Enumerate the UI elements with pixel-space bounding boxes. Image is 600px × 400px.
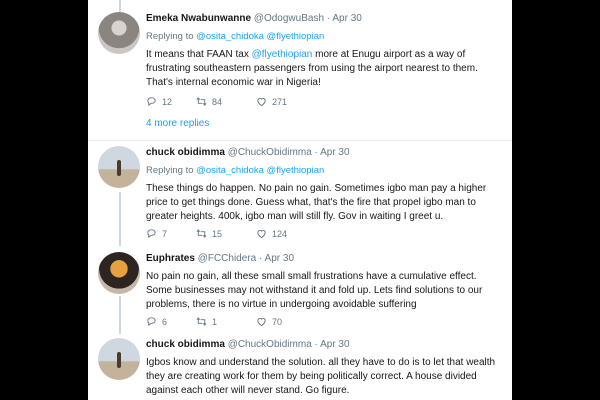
tweet-text-part: It means that FAAN tax: [146, 49, 252, 60]
like-count: 271: [272, 96, 288, 107]
reply-button[interactable]: 7: [146, 228, 167, 239]
divider: [88, 140, 512, 141]
avatar[interactable]: [98, 146, 140, 188]
author-handle[interactable]: @ChuckObidimma: [228, 339, 312, 350]
tweet-text: These things do happen. No pain no gain.…: [146, 183, 487, 222]
thread-line: [119, 0, 121, 12]
author-name[interactable]: chuck obidimma: [146, 339, 225, 350]
tweet-header: chuck obidimma @ChuckObidimma · Apr 30: [146, 146, 504, 160]
tweet-date[interactable]: · Apr 30: [327, 13, 362, 24]
like-button[interactable]: 124: [256, 228, 287, 239]
tweet-actions: 7 15 124: [146, 228, 446, 242]
replying-prefix: Replying to: [146, 165, 197, 176]
like-icon: [257, 317, 266, 327]
more-replies-link[interactable]: 4 more replies: [146, 118, 209, 129]
retweet-icon: [196, 97, 207, 106]
author-name[interactable]: Emeka Nwabunwanne: [146, 13, 251, 24]
retweet-button[interactable]: 84: [196, 96, 222, 107]
tweet-date[interactable]: · Apr 30: [315, 147, 350, 158]
author-handle[interactable]: @FCChidera: [198, 253, 257, 264]
tweet-body: Emeka Nwabunwanne @OdogwuBash · Apr 30 R…: [146, 12, 504, 90]
retweet-count: 1: [212, 316, 218, 327]
tweet-body: Euphrates @FCChidera · Apr 30 No pain no…: [146, 252, 504, 312]
reply-icon: [147, 97, 156, 107]
tweet-header: chuck obidimma @ChuckObidimma · Apr 30: [146, 338, 504, 352]
author-name[interactable]: chuck obidimma: [146, 147, 225, 158]
avatar[interactable]: [98, 12, 140, 54]
author-handle[interactable]: @OdogwuBash: [254, 13, 324, 24]
reply-button[interactable]: 12: [146, 96, 172, 107]
like-button[interactable]: 70: [256, 316, 282, 327]
tweet-body: chuck obidimma @ChuckObidimma · Apr 30 R…: [146, 146, 504, 224]
tweet-text: It means that FAAN tax @flyethiopian mor…: [146, 48, 504, 90]
tweet-actions: 12 84 271: [146, 96, 446, 110]
reply-icon: [147, 229, 156, 239]
reply-icon: [147, 317, 156, 327]
avatar[interactable]: [98, 338, 140, 380]
reply-count: 6: [162, 316, 168, 327]
author-name[interactable]: Euphrates: [146, 253, 195, 264]
tweet-header: Emeka Nwabunwanne @OdogwuBash · Apr 30: [146, 12, 504, 26]
tweet-date[interactable]: · Apr 30: [259, 253, 294, 264]
tweet-header: Euphrates @FCChidera · Apr 30: [146, 252, 504, 266]
reply-count: 7: [162, 228, 168, 239]
tweet-thread: Emeka Nwabunwanne @OdogwuBash · Apr 30 R…: [88, 0, 512, 400]
replying-to-link[interactable]: @osita_chidoka @flyethiopian: [196, 31, 324, 42]
retweet-button[interactable]: 15: [196, 228, 222, 239]
reply-count: 12: [162, 96, 173, 107]
replying-to: Replying to @osita_chidoka @flyethiopian: [146, 164, 504, 178]
like-button[interactable]: 271: [256, 96, 287, 107]
retweet-count: 84: [212, 96, 223, 107]
like-count: 70: [272, 316, 283, 327]
tweet-date[interactable]: · Apr 30: [315, 339, 350, 350]
replying-prefix: Replying to: [146, 31, 197, 42]
tweet-4[interactable]: chuck obidimma @ChuckObidimma · Apr 30 I…: [88, 338, 512, 400]
replying-to: Replying to @osita_chidoka @flyethiopian: [146, 30, 504, 44]
tweet-text: No pain no gain, all these small small f…: [146, 271, 483, 310]
like-count: 124: [272, 228, 288, 239]
tweet-1[interactable]: Emeka Nwabunwanne @OdogwuBash · Apr 30 R…: [88, 12, 512, 137]
author-handle[interactable]: @ChuckObidimma: [228, 147, 312, 158]
tweet-3[interactable]: Euphrates @FCChidera · Apr 30 No pain no…: [88, 252, 512, 334]
like-icon: [257, 229, 266, 239]
mention-link[interactable]: @flyethiopian: [252, 49, 313, 60]
tweet-actions: 6 1 70: [146, 316, 446, 330]
tweet-text: Igbos know and understand the solution. …: [146, 357, 496, 396]
like-icon: [257, 97, 266, 107]
tweet-body: chuck obidimma @ChuckObidimma · Apr 30 I…: [146, 338, 504, 398]
tweet-2[interactable]: chuck obidimma @ChuckObidimma · Apr 30 R…: [88, 146, 512, 246]
avatar[interactable]: [98, 252, 140, 294]
retweet-icon: [196, 229, 207, 238]
retweet-button[interactable]: 1: [196, 316, 217, 327]
reply-button[interactable]: 6: [146, 316, 167, 327]
replying-to-link[interactable]: @osita_chidoka @flyethiopian: [196, 165, 324, 176]
retweet-icon: [196, 317, 207, 326]
retweet-count: 15: [212, 228, 223, 239]
